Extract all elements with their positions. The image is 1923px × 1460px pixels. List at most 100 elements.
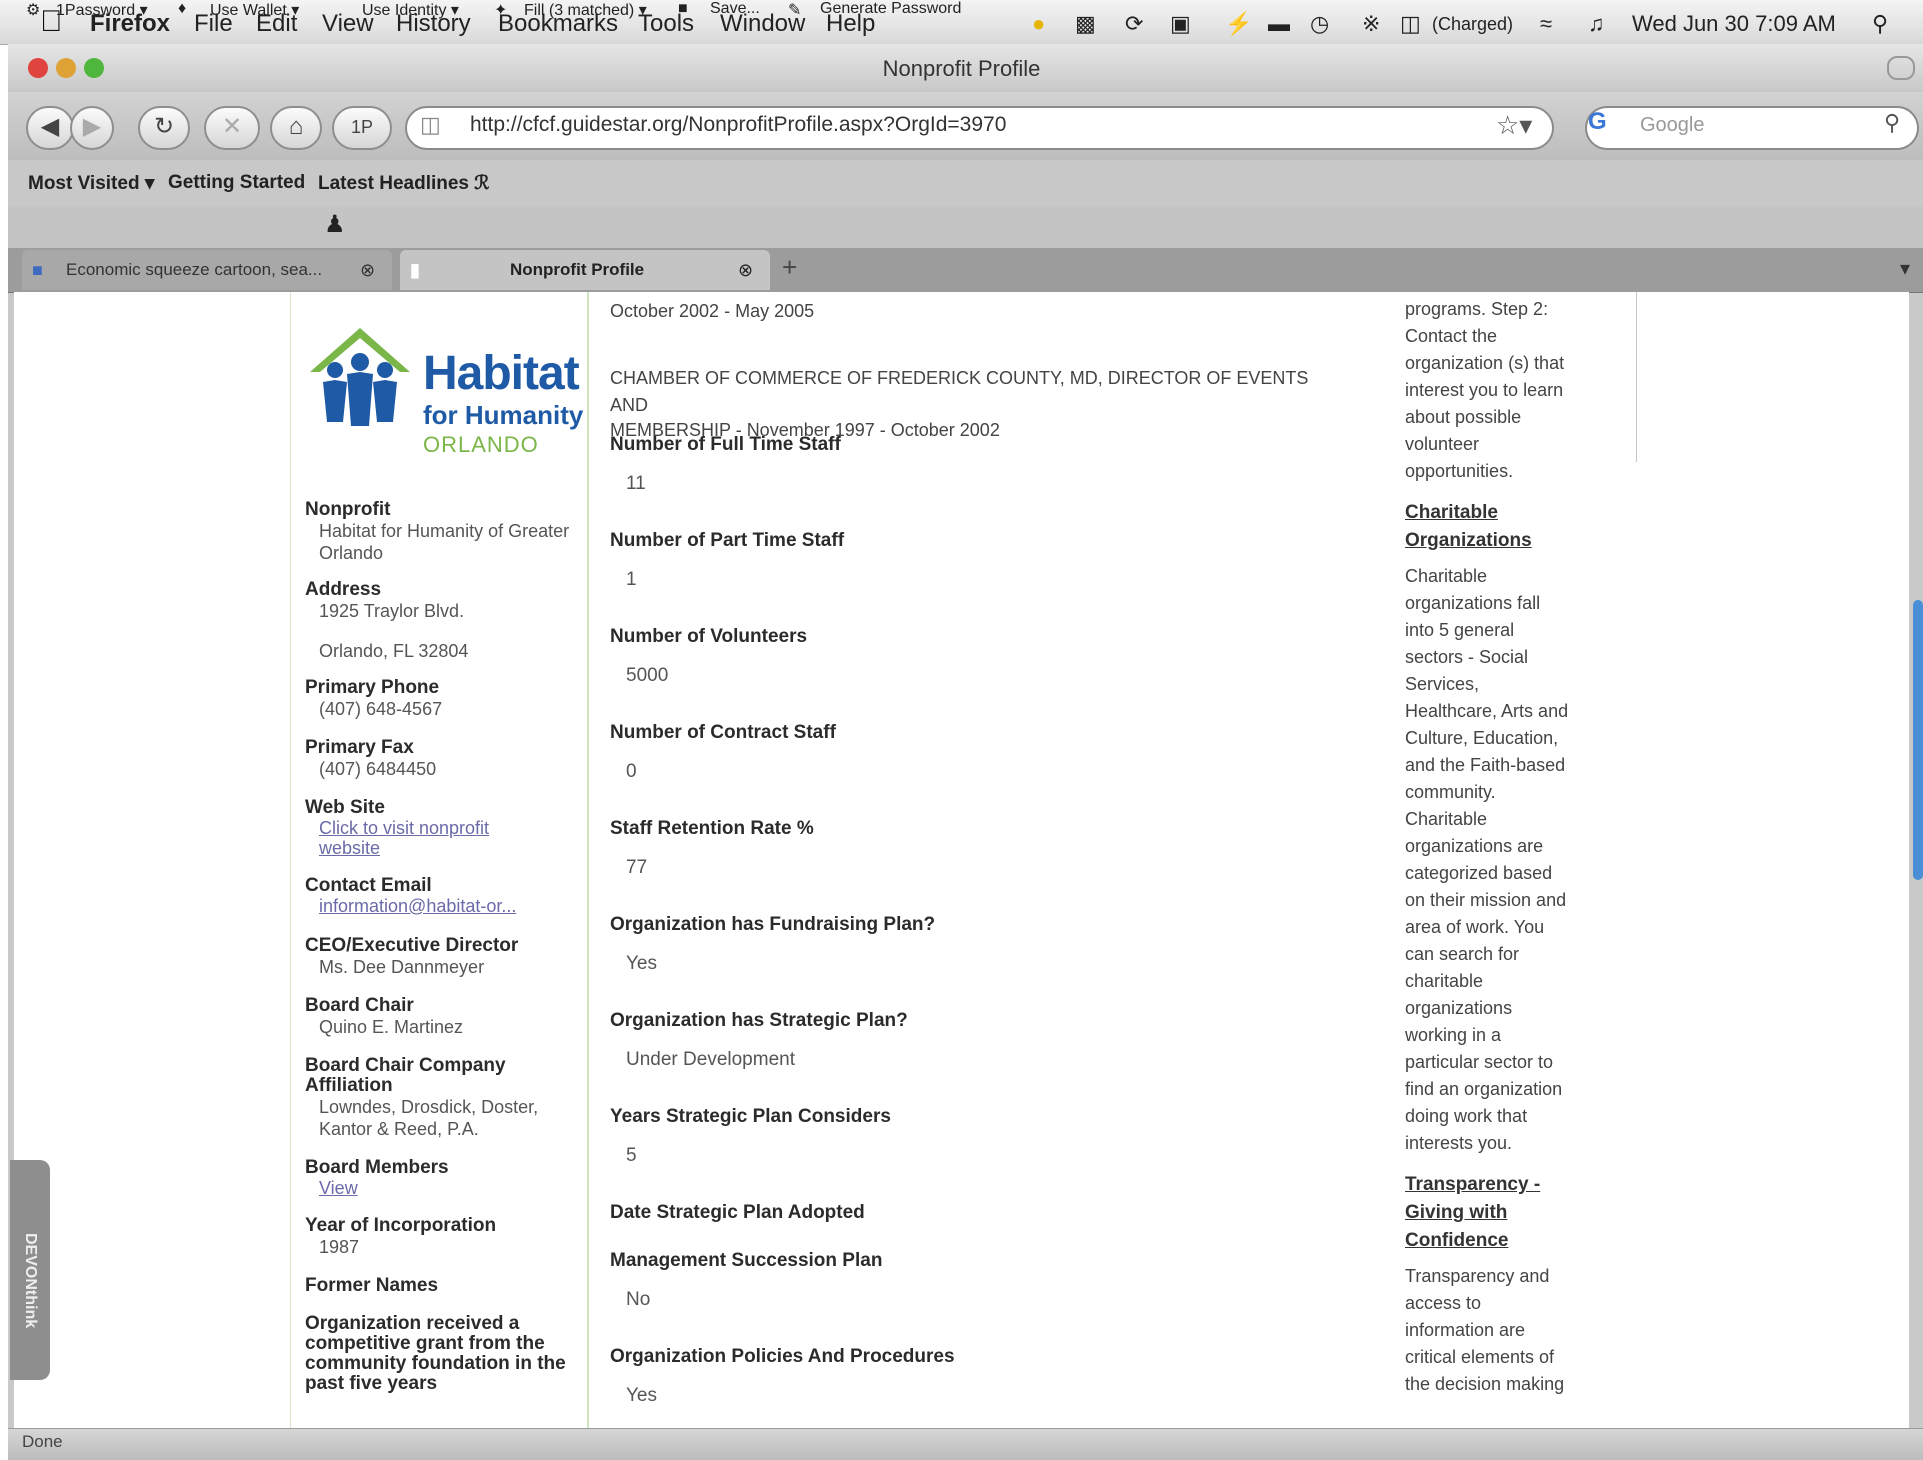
- tab-nonprofit-profile[interactable]: ▮ Nonprofit Profile ⊗: [400, 250, 770, 290]
- addon-save[interactable]: Save...: [710, 0, 760, 18]
- ceo-label: CEO/Executive Director: [305, 935, 519, 956]
- clock[interactable]: Wed Jun 30 7:09 AM: [1632, 10, 1836, 38]
- addon-use-wallet[interactable]: Use Wallet ▾: [210, 0, 299, 20]
- field-label: Organization Policies And Procedures: [610, 1346, 955, 1367]
- addon-fill[interactable]: Fill (3 matched) ▾: [524, 0, 647, 20]
- intro-line: Contact the: [1405, 326, 1498, 346]
- password-button[interactable]: 1P: [332, 106, 392, 150]
- status-text: Done: [22, 1432, 63, 1451]
- charitable-line: organizations: [1405, 998, 1513, 1018]
- sync-icon[interactable]: ⟳: [1125, 10, 1143, 38]
- field-label: Number of Full Time Staff: [610, 434, 841, 455]
- app-status-icon[interactable]: ▣: [1170, 10, 1191, 38]
- address-label: Address: [305, 579, 382, 600]
- lightbulb-icon[interactable]: ●: [1032, 10, 1045, 38]
- reload-button[interactable]: ↻: [138, 106, 190, 150]
- email-link[interactable]: information@habitat-or...: [305, 896, 575, 916]
- battery-icon[interactable]: ◫: [1400, 10, 1421, 38]
- transparency-heading[interactable]: Transparency -: [1405, 1171, 1605, 1199]
- transparency-heading-link[interactable]: Transparency - Giving with Confidence: [1405, 1171, 1605, 1255]
- charitable-line: on their mission and: [1405, 890, 1567, 910]
- bookmark-star-icon[interactable]: ☆▾: [1496, 110, 1532, 141]
- charitable-line: charitable: [1405, 971, 1484, 991]
- search-bar[interactable]: [1585, 106, 1919, 150]
- script-icon[interactable]: ▩: [1075, 10, 1096, 38]
- bookmark-getting-started[interactable]: Getting Started: [168, 172, 305, 194]
- addon-use-identity[interactable]: Use Identity ▾: [362, 0, 459, 20]
- phone-value: (407) 648-4567: [319, 699, 443, 719]
- ceo-value: Ms. Dee Dannmeyer: [319, 957, 485, 977]
- transparency-line: the decision making: [1405, 1374, 1565, 1394]
- charitable-line: Culture, Education,: [1405, 728, 1559, 748]
- page-icon: ◫: [420, 112, 441, 137]
- lightning-icon[interactable]: ⚡: [1225, 10, 1252, 38]
- nonprofit-label: Nonprofit: [305, 499, 391, 520]
- field-label: Organization has Fundraising Plan?: [610, 914, 936, 935]
- field-label: Number of Part Time Staff: [610, 530, 845, 551]
- charitable-line: into 5 general: [1405, 620, 1515, 640]
- charitable-line: working in a: [1405, 1025, 1502, 1045]
- email-label: Contact Email: [305, 875, 432, 896]
- url-text[interactable]: http://cfcf.guidestar.org/NonprofitProfi…: [470, 113, 1006, 137]
- home-button[interactable]: ⌂: [270, 106, 322, 150]
- board-members-link[interactable]: View: [305, 1178, 575, 1198]
- field-label: Years Strategic Plan Considers: [610, 1106, 891, 1127]
- bluetooth-icon[interactable]: ※: [1362, 10, 1380, 38]
- board-chair-label: Board Chair: [305, 995, 414, 1016]
- forward-button[interactable]: ▶: [70, 106, 114, 150]
- back-button[interactable]: ◀: [26, 106, 74, 150]
- field-value: 77: [626, 857, 648, 878]
- charitable-heading[interactable]: Organizations: [1405, 527, 1605, 555]
- board-members-label: Board Members: [305, 1157, 449, 1178]
- bookmark-latest-headlines[interactable]: Latest Headlines ℛ: [318, 172, 489, 195]
- toolbar-toggle-button[interactable]: [1887, 56, 1915, 80]
- charitable-line: Charitable: [1405, 809, 1488, 829]
- habitat-logo[interactable]: Habitat for Humanity ORLANDO: [305, 322, 583, 462]
- former-names-label: Former Names: [305, 1275, 439, 1296]
- intro-line: volunteer: [1405, 434, 1480, 454]
- charitable-heading[interactable]: Charitable: [1405, 499, 1605, 527]
- wifi-icon[interactable]: ≈: [1540, 10, 1552, 38]
- charitable-heading-link[interactable]: Charitable Organizations: [1405, 499, 1605, 555]
- tab-economic-squeeze[interactable]: ■ Economic squeeze cartoon, sea... ⊗: [22, 250, 392, 290]
- info-sidebar: programs. Step 2: Contact the organizati…: [1405, 296, 1605, 1398]
- battery-status: (Charged): [1432, 14, 1514, 34]
- transparency-heading[interactable]: Giving with: [1405, 1199, 1605, 1227]
- spotlight-icon[interactable]: ⚲: [1872, 10, 1888, 38]
- tab-close-icon[interactable]: ⊗: [738, 250, 753, 290]
- addon-1password[interactable]: 1Password ▾: [56, 0, 148, 20]
- stop-button[interactable]: ✕: [204, 106, 260, 150]
- tab-label: Economic squeeze cartoon, sea...: [66, 260, 323, 279]
- bookmark-most-visited[interactable]: Most Visited ▾: [28, 172, 154, 195]
- website-label: Web Site: [305, 797, 385, 818]
- search-icon[interactable]: ⚲: [1884, 110, 1900, 136]
- field-label: Organization has Strategic Plan?: [610, 1010, 908, 1031]
- transparency-heading[interactable]: Confidence: [1405, 1227, 1605, 1255]
- volume-icon[interactable]: ♫: [1588, 10, 1605, 38]
- year-label: Year of Incorporation: [305, 1215, 497, 1236]
- new-tab-button[interactable]: +: [782, 252, 797, 283]
- transparency-line: access to: [1405, 1293, 1482, 1313]
- tab-close-icon[interactable]: ⊗: [360, 250, 375, 290]
- right-column-divider: [1636, 292, 1637, 462]
- charitable-line: Healthcare, Arts and: [1405, 701, 1569, 721]
- address-line1: 1925 Traylor Blvd.: [319, 601, 465, 621]
- field-value: No: [626, 1289, 651, 1310]
- vertical-scrollbar[interactable]: [1913, 600, 1923, 880]
- search-input[interactable]: Google: [1640, 114, 1705, 137]
- charitable-line: find an organization: [1405, 1079, 1563, 1099]
- website-link[interactable]: Click to visit nonprofit website: [305, 818, 519, 858]
- time-machine-icon[interactable]: ◷: [1310, 10, 1329, 38]
- charitable-line: Services,: [1405, 674, 1480, 694]
- fill-icon: ✦: [494, 2, 508, 19]
- addon-generate-password[interactable]: Generate Password: [820, 0, 961, 18]
- tab-list-icon[interactable]: ▾: [1900, 256, 1910, 281]
- profile-details: Nonprofit Habitat for Humanity of Greate…: [305, 500, 575, 1394]
- google-icon[interactable]: G: [1588, 108, 1607, 136]
- charitable-line: organizations are: [1405, 836, 1544, 856]
- field-label: Staff Retention Rate %: [610, 818, 814, 839]
- display-icon[interactable]: ▬: [1268, 10, 1290, 38]
- charitable-line: sectors - Social: [1405, 647, 1529, 667]
- charitable-line: area of work. You: [1405, 917, 1545, 937]
- charitable-line: community.: [1405, 782, 1496, 802]
